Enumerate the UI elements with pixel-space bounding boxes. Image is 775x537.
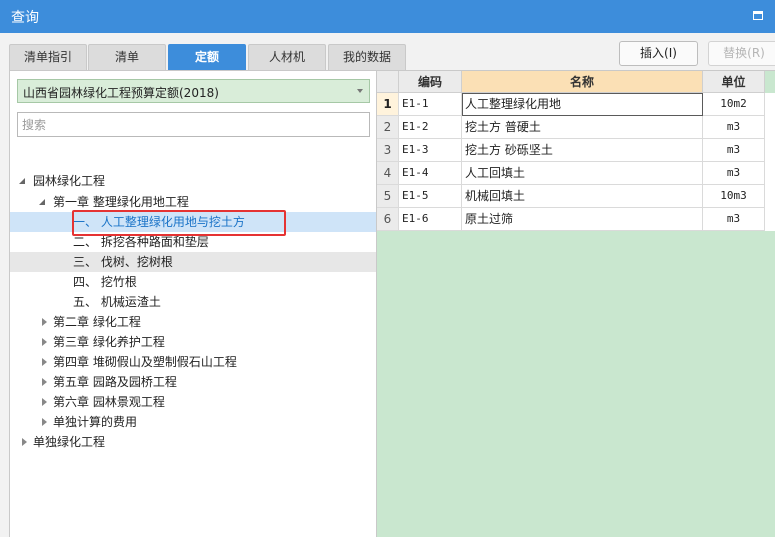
row-number-header bbox=[377, 71, 399, 93]
tree-node-section-5[interactable]: 五、 机械运渣土 bbox=[10, 292, 376, 312]
expand-toggle-icon[interactable] bbox=[40, 392, 50, 412]
cell-unit[interactable]: m3 bbox=[703, 139, 765, 162]
tree-node-label: 三、 伐树、挖树根 bbox=[73, 255, 173, 269]
maximize-icon[interactable] bbox=[753, 11, 763, 20]
table-row[interactable]: 6 E1-6 原土过筛 m3 bbox=[377, 208, 775, 231]
tree-node-label: 五、 机械运渣土 bbox=[73, 295, 161, 309]
tree-node-separate-greening[interactable]: 单独绿化工程 bbox=[10, 432, 376, 452]
row-number: 6 bbox=[377, 208, 399, 231]
chevron-down-icon bbox=[357, 89, 363, 93]
row-number: 1 bbox=[377, 93, 399, 116]
tree-node-chapter-3[interactable]: 第三章 绿化养护工程 bbox=[10, 332, 376, 352]
tree-node-label: 单独计算的费用 bbox=[53, 415, 138, 429]
window-title: 查询 bbox=[11, 10, 39, 26]
table-row[interactable]: 5 E1-5 机械回填土 10m3 bbox=[377, 185, 775, 208]
column-header-unit[interactable]: 单位 bbox=[703, 71, 765, 93]
row-number: 3 bbox=[377, 139, 399, 162]
tree-node-garden-greening[interactable]: 园林绿化工程 bbox=[10, 171, 376, 191]
cell-name[interactable]: 挖土方 砂砾坚土 bbox=[462, 139, 703, 162]
tab-quota[interactable]: 定额 bbox=[168, 44, 246, 70]
tree-node-section-3[interactable]: 三、 伐树、挖树根 bbox=[10, 252, 376, 272]
tab-labor-material-machine[interactable]: 人材机 bbox=[248, 44, 326, 70]
table-row[interactable]: 3 E1-3 挖土方 砂砾坚土 m3 bbox=[377, 139, 775, 162]
cell-code[interactable]: E1-1 bbox=[399, 93, 462, 116]
expand-toggle-icon[interactable] bbox=[40, 372, 50, 392]
tree-node-label: 单独绿化工程 bbox=[33, 435, 106, 449]
quota-tree-panel: 山西省园林绿化工程预算定额(2018) 园林绿化工程 第一章 整理绿化用地工程 … bbox=[9, 70, 377, 537]
tree-node-label: 第二章 绿化工程 bbox=[53, 315, 141, 329]
window-titlebar: 查询 bbox=[0, 0, 775, 33]
search-box[interactable] bbox=[17, 112, 370, 137]
cell-unit[interactable]: 10m2 bbox=[703, 93, 765, 116]
row-number: 4 bbox=[377, 162, 399, 185]
cell-unit[interactable]: m3 bbox=[703, 116, 765, 139]
tree-node-chapter-4[interactable]: 第四章 堆砌假山及塑制假石山工程 bbox=[10, 352, 376, 372]
table-row[interactable]: 2 E1-2 挖土方 普硬土 m3 bbox=[377, 116, 775, 139]
cell-name[interactable]: 原土过筛 bbox=[462, 208, 703, 231]
tree-node-chapter-2[interactable]: 第二章 绿化工程 bbox=[10, 312, 376, 332]
cell-unit[interactable]: m3 bbox=[703, 162, 765, 185]
insert-button[interactable]: 插入(I) bbox=[619, 41, 698, 66]
cell-code[interactable]: E1-2 bbox=[399, 116, 462, 139]
replace-button[interactable]: 替换(R) bbox=[708, 41, 775, 66]
column-header-code[interactable]: 编码 bbox=[399, 71, 462, 93]
tree-node-label: 园林绿化工程 bbox=[33, 174, 106, 188]
cell-name[interactable]: 人工回填土 bbox=[462, 162, 703, 185]
query-dialog-body: 清单指引 清单 定额 人材机 我的数据 插入(I) 替换(R) 山西省园林绿化工… bbox=[0, 33, 775, 537]
quota-library-select[interactable]: 山西省园林绿化工程预算定额(2018) bbox=[17, 79, 370, 103]
quota-table: 编码 名称 单位 1 E1-1 人工整理绿化用地 10m2 2 E1-2 挖土方… bbox=[377, 70, 775, 537]
column-header-name[interactable]: 名称 bbox=[462, 71, 703, 93]
expand-toggle-icon[interactable] bbox=[40, 312, 50, 332]
row-number: 5 bbox=[377, 185, 399, 208]
tree-node-chapter-5[interactable]: 第五章 园路及园桥工程 bbox=[10, 372, 376, 392]
quota-library-value: 山西省园林绿化工程预算定额(2018) bbox=[23, 86, 219, 100]
expand-toggle-icon[interactable] bbox=[40, 412, 50, 432]
tab-bill-guide[interactable]: 清单指引 bbox=[9, 44, 87, 70]
tree-node-label: 第六章 园林景观工程 bbox=[53, 395, 165, 409]
tree-node-separate-costs[interactable]: 单独计算的费用 bbox=[10, 412, 376, 432]
tree-node-chapter-1[interactable]: 第一章 整理绿化用地工程 bbox=[10, 192, 376, 212]
tree-node-chapter-6[interactable]: 第六章 园林景观工程 bbox=[10, 392, 376, 412]
tab-my-data[interactable]: 我的数据 bbox=[328, 44, 406, 70]
tree-node-section-4[interactable]: 四、 挖竹根 bbox=[10, 272, 376, 292]
tree-node-label: 第四章 堆砌假山及塑制假石山工程 bbox=[53, 355, 237, 369]
tree-node-label: 四、 挖竹根 bbox=[73, 275, 137, 289]
expand-toggle-icon[interactable] bbox=[38, 192, 48, 212]
tree-node-label: 第五章 园路及园桥工程 bbox=[53, 375, 177, 389]
expand-toggle-icon[interactable] bbox=[20, 432, 30, 452]
tree-node-label: 第一章 整理绿化用地工程 bbox=[53, 195, 189, 209]
cell-code[interactable]: E1-4 bbox=[399, 162, 462, 185]
tree-node-label: 第三章 绿化养护工程 bbox=[53, 335, 165, 349]
highlight-box bbox=[72, 210, 286, 236]
expand-toggle-icon[interactable] bbox=[40, 352, 50, 372]
cell-code[interactable]: E1-3 bbox=[399, 139, 462, 162]
cell-code[interactable]: E1-6 bbox=[399, 208, 462, 231]
table-row[interactable]: 1 E1-1 人工整理绿化用地 10m2 bbox=[377, 93, 775, 116]
cell-unit[interactable]: m3 bbox=[703, 208, 765, 231]
row-number: 2 bbox=[377, 116, 399, 139]
cell-unit[interactable]: 10m3 bbox=[703, 185, 765, 208]
table-row[interactable]: 4 E1-4 人工回填土 m3 bbox=[377, 162, 775, 185]
expand-toggle-icon[interactable] bbox=[18, 171, 28, 191]
cell-code[interactable]: E1-5 bbox=[399, 185, 462, 208]
cell-name[interactable]: 挖土方 普硬土 bbox=[462, 116, 703, 139]
cell-name[interactable]: 人工整理绿化用地 bbox=[462, 93, 703, 116]
search-input[interactable] bbox=[22, 114, 362, 136]
tab-bill[interactable]: 清单 bbox=[88, 44, 166, 70]
expand-toggle-icon[interactable] bbox=[40, 332, 50, 352]
cell-name[interactable]: 机械回填土 bbox=[462, 185, 703, 208]
